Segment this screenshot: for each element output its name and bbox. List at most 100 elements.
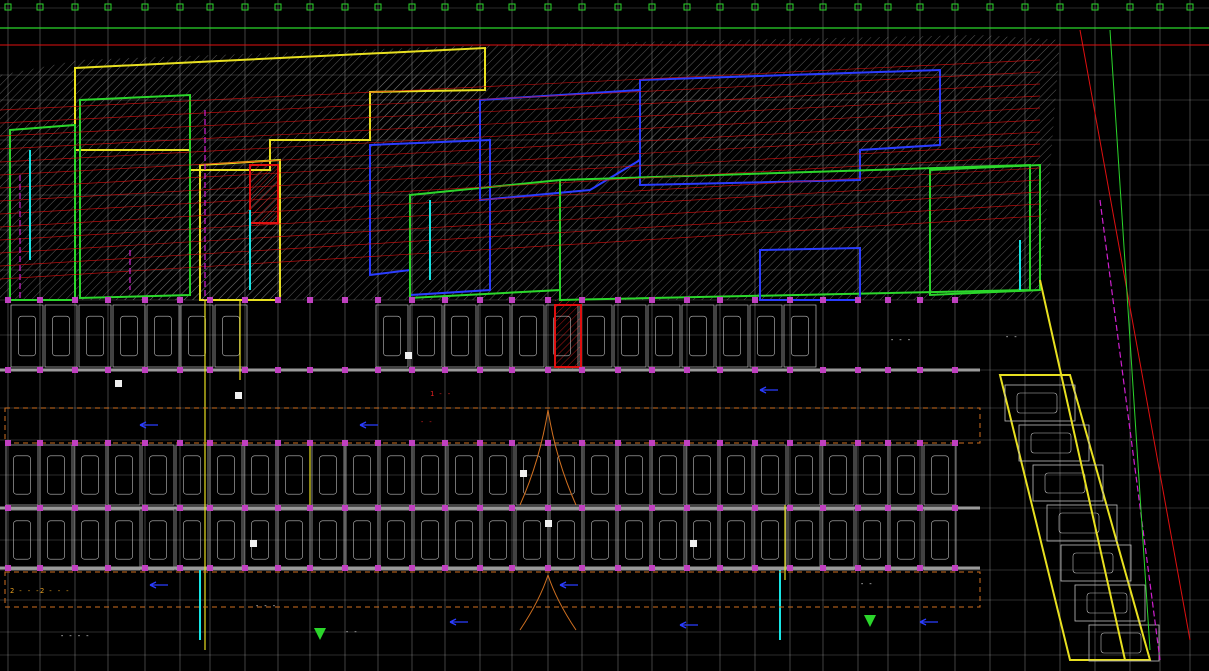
structural-column xyxy=(177,297,183,303)
direction-arrow xyxy=(759,386,778,394)
structural-column xyxy=(509,440,515,446)
structural-column xyxy=(545,565,551,571)
structural-column xyxy=(717,367,723,373)
structural-column xyxy=(787,565,793,571)
structural-column xyxy=(275,505,281,511)
structural-column xyxy=(307,367,313,373)
structural-column xyxy=(545,505,551,511)
car-outline xyxy=(485,315,503,357)
car-outline xyxy=(723,315,741,357)
structural-column xyxy=(649,367,655,373)
floor-plan-canvas[interactable] xyxy=(0,0,1209,671)
equipment-block xyxy=(235,392,242,399)
structural-column xyxy=(242,440,248,446)
structural-column xyxy=(545,297,551,303)
structural-column xyxy=(752,565,758,571)
cad-label-bottom-4: - - xyxy=(860,580,873,588)
structural-column xyxy=(442,505,448,511)
structural-column xyxy=(477,565,483,571)
structural-column xyxy=(342,505,348,511)
entrance-marker xyxy=(314,628,326,640)
structural-column xyxy=(207,440,213,446)
car-outline xyxy=(86,315,104,357)
structural-column xyxy=(820,565,826,571)
structural-column xyxy=(37,297,43,303)
direction-arrow xyxy=(679,621,698,629)
structural-column xyxy=(307,440,313,446)
parking-stall xyxy=(180,304,214,368)
cad-drawing-viewport[interactable]: 2 - - - 2 - - - - - 1 - - - - - - - - - … xyxy=(0,0,1209,671)
entrance-marker xyxy=(864,615,876,627)
structural-column xyxy=(142,505,148,511)
structural-column xyxy=(477,505,483,511)
cad-label-bottom-3: - - xyxy=(345,628,358,636)
structural-column xyxy=(342,367,348,373)
structural-column xyxy=(717,505,723,511)
structural-column xyxy=(885,565,891,571)
structural-column xyxy=(242,367,248,373)
car-outline xyxy=(587,315,605,357)
car-outline xyxy=(655,315,673,357)
parking-stall xyxy=(477,304,511,368)
structural-column xyxy=(649,505,655,511)
structural-column xyxy=(649,297,655,303)
structural-column xyxy=(409,440,415,446)
structural-column xyxy=(820,297,826,303)
cad-label-mid-2: 1 - - xyxy=(430,390,452,398)
structural-column xyxy=(820,440,826,446)
structural-column xyxy=(375,505,381,511)
structural-column xyxy=(275,565,281,571)
structural-column xyxy=(752,297,758,303)
cad-label-right-1: - - xyxy=(1005,333,1018,341)
structural-column xyxy=(787,367,793,373)
column-markers xyxy=(5,297,958,640)
structural-column xyxy=(207,565,213,571)
structural-column xyxy=(242,505,248,511)
structural-column xyxy=(37,440,43,446)
structural-column xyxy=(207,505,213,511)
structural-column xyxy=(752,367,758,373)
structural-column xyxy=(787,297,793,303)
structural-column xyxy=(105,297,111,303)
structural-column xyxy=(717,565,723,571)
structural-column xyxy=(509,297,515,303)
structural-column xyxy=(952,367,958,373)
parking-stall xyxy=(783,304,817,368)
structural-column xyxy=(375,565,381,571)
structural-column xyxy=(855,367,861,373)
direction-arrow xyxy=(359,421,378,429)
structural-column xyxy=(177,565,183,571)
parking-stall xyxy=(647,304,681,368)
ramp-car-outline xyxy=(1044,472,1086,494)
structural-column xyxy=(307,297,313,303)
structural-column xyxy=(579,367,585,373)
structural-column xyxy=(37,565,43,571)
structural-column xyxy=(579,505,585,511)
car-outline xyxy=(222,315,240,357)
parking-stall xyxy=(44,304,78,368)
structural-column xyxy=(409,297,415,303)
car-outline xyxy=(417,315,435,357)
structural-column xyxy=(855,505,861,511)
structural-column xyxy=(142,440,148,446)
structural-column xyxy=(752,505,758,511)
structural-column xyxy=(477,367,483,373)
structural-column xyxy=(917,565,923,571)
structural-column xyxy=(579,297,585,303)
structural-column xyxy=(37,367,43,373)
car-outline xyxy=(52,315,70,357)
structural-column xyxy=(72,505,78,511)
structural-column xyxy=(855,440,861,446)
structural-column xyxy=(477,440,483,446)
structural-column xyxy=(855,297,861,303)
structural-column xyxy=(684,505,690,511)
structural-column xyxy=(509,505,515,511)
structural-column xyxy=(917,505,923,511)
parking-stall xyxy=(511,304,545,368)
structural-column xyxy=(579,565,585,571)
equipment-block xyxy=(690,540,697,547)
structural-column xyxy=(917,297,923,303)
parking-stall xyxy=(375,304,409,368)
structural-column xyxy=(615,565,621,571)
ramp-parking-stall xyxy=(1046,504,1118,542)
